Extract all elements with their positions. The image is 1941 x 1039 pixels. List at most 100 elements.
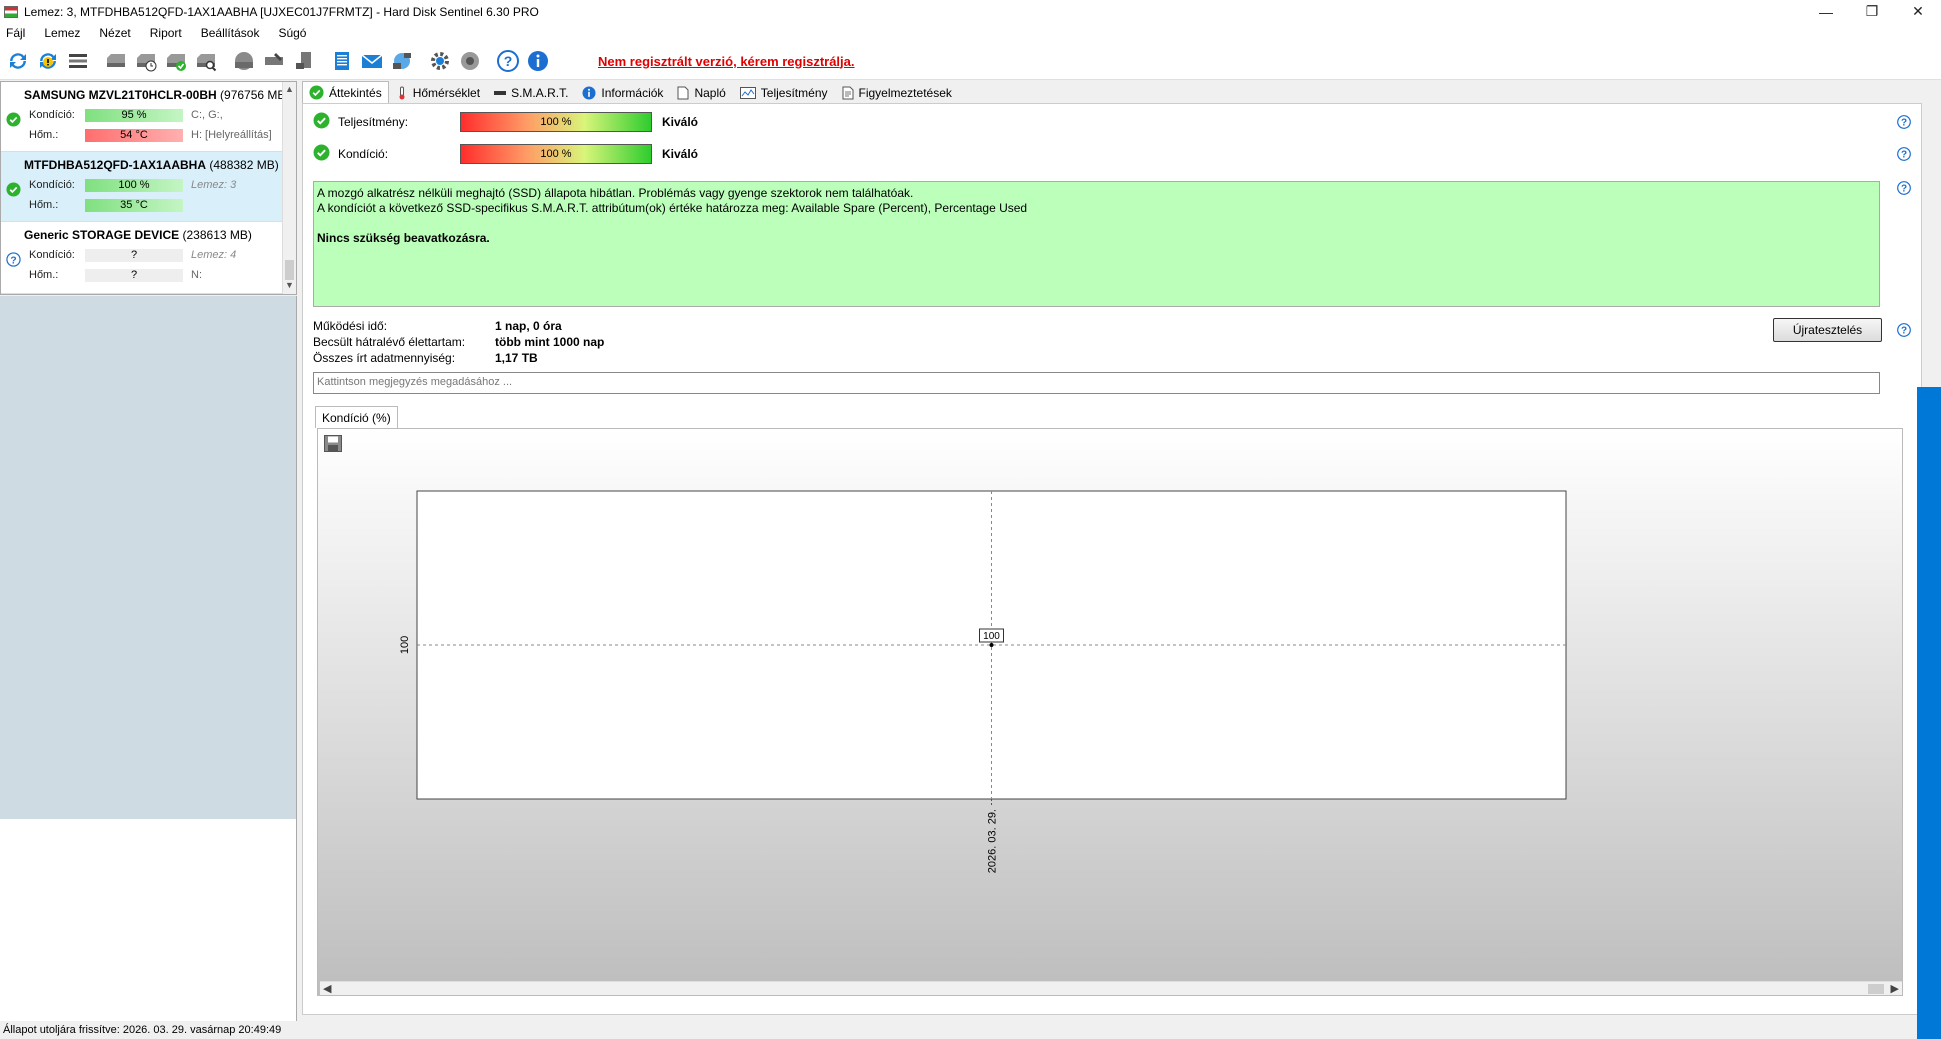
hdd-gray-icon[interactable] <box>230 47 258 75</box>
minimize-button[interactable]: — <box>1803 0 1849 23</box>
health-help-icon[interactable]: ? <box>1897 147 1911 161</box>
drive-list-scrollbar[interactable]: ▲ ▼ <box>282 82 296 294</box>
disk-gray-icon[interactable] <box>102 47 130 75</box>
health-label: Kondíció: <box>338 147 389 161</box>
scroll-down-icon[interactable]: ▼ <box>285 280 294 290</box>
restore-button[interactable]: ❐ <box>1849 0 1895 23</box>
scroll-thumb[interactable] <box>285 260 294 280</box>
toolbar: ? Nem regisztrált verzió, kérem regisztr… <box>0 43 1941 80</box>
settings-gear-icon[interactable] <box>426 47 454 75</box>
disk-clock-icon[interactable] <box>132 47 160 75</box>
retest-help-icon[interactable]: ? <box>1897 323 1911 337</box>
alerts-document-icon <box>842 86 854 100</box>
status-recommendation: Nincs szükség beavatkozásra. <box>317 231 490 245</box>
drive-temperature-bar: ? <box>85 268 183 282</box>
info-icon[interactable] <box>524 47 552 75</box>
note-input[interactable]: Kattintson megjegyzés megadásához ... <box>313 372 1880 394</box>
performance-help-icon[interactable]: ? <box>1897 115 1911 129</box>
drive-panel-background <box>0 296 297 819</box>
menu-help[interactable]: Súgó <box>278 26 306 40</box>
disk-check-icon[interactable] <box>162 47 190 75</box>
scroll-left-icon[interactable]: ◀ <box>323 982 331 995</box>
desktop-edge <box>1917 387 1941 1039</box>
drive-list: SAMSUNG MZVL21T0HCLR-00BH (976756 MB Kond… <box>0 81 297 295</box>
svg-text:?: ? <box>1901 184 1907 195</box>
refresh-icon[interactable] <box>4 47 32 75</box>
tab-information[interactable]: Információk <box>575 83 670 103</box>
retest-button[interactable]: Újratesztelés <box>1773 318 1882 342</box>
drive-temperature-extra: N: <box>191 269 202 281</box>
chart-tab-label: Kondíció (%) <box>322 410 391 425</box>
chart-scroll-thumb[interactable] <box>1868 984 1884 994</box>
drive-temperature-bar: 54 °C <box>85 128 183 142</box>
drive-tools-icon[interactable] <box>260 47 288 75</box>
menu-file[interactable]: Fájl <box>6 26 25 40</box>
status-line-1: A mozgó alkatrész nélküli meghajtó (SSD)… <box>317 186 914 200</box>
save-icon[interactable] <box>324 435 342 452</box>
thermometer-icon <box>396 86 408 100</box>
tab-log[interactable]: Napló <box>670 83 732 103</box>
drive-item[interactable]: MTFDHBA512QFD-1AX1AABHA (488382 MB) Kondí… <box>1 152 282 222</box>
left-empty-area <box>0 819 297 1021</box>
drive-temperature-row: Hőm.:? N: <box>29 268 202 282</box>
drive-item[interactable]: SAMSUNG MZVL21T0HCLR-00BH (976756 MB Kond… <box>1 82 286 152</box>
drive-ok-icon <box>6 112 21 130</box>
tab-information-label: Információk <box>601 86 664 100</box>
health-chart: 100 100 2026. 03. 29. <box>399 490 1567 873</box>
chart-tab-health[interactable]: Kondíció (%) <box>315 406 398 428</box>
written-value: 1,17 TB <box>495 351 538 365</box>
menu-disk[interactable]: Lemez <box>44 26 80 40</box>
x-tick-label: 2026. 03. 29. <box>987 809 999 873</box>
lifetime-label: Becsült hátralévő élettartam: <box>313 335 466 349</box>
drive-condition-label: Kondíció: <box>29 179 75 191</box>
drive-unknown-icon: ? <box>6 252 21 270</box>
scroll-right-icon[interactable]: ▶ <box>1891 982 1899 995</box>
drive-item[interactable]: Generic STORAGE DEVICE (238613 MB)? Kondí… <box>1 222 282 294</box>
description-help-icon[interactable]: ? <box>1897 181 1911 195</box>
tab-smart[interactable]: S.M.A.R.T. <box>487 83 575 103</box>
drive-name: Generic STORAGE DEVICE (238613 MB) <box>24 228 252 242</box>
svg-text:?: ? <box>504 53 513 69</box>
notepad-icon[interactable] <box>328 47 356 75</box>
performance-label: Teljesítmény: <box>338 115 409 129</box>
power-on-value: 1 nap, 0 óra <box>495 319 562 333</box>
refresh-warning-icon[interactable] <box>34 47 62 75</box>
menu-bar: Fájl Lemez Nézet Riport Beállítások Súgó <box>0 23 1941 43</box>
info-small-icon <box>582 86 596 100</box>
tab-performance[interactable]: Teljesítmény <box>733 83 835 103</box>
network-icon[interactable] <box>388 47 416 75</box>
tab-temperature-label: Hőmérséklet <box>412 86 481 100</box>
drive-ok-icon <box>6 182 21 200</box>
drive-temperature-bar: 35 °C <box>85 198 183 212</box>
email-icon[interactable] <box>358 47 386 75</box>
menu-settings[interactable]: Beállítások <box>201 26 260 40</box>
menu-report[interactable]: Riport <box>150 26 182 40</box>
health-bar: 100 % <box>460 144 652 164</box>
document-icon <box>677 86 689 100</box>
drive-list-icon[interactable] <box>64 47 92 75</box>
tab-overview[interactable]: Áttekintés <box>302 81 389 103</box>
disk-tools-icon[interactable] <box>290 47 318 75</box>
drive-condition-bar: 95 % <box>85 108 183 122</box>
drive-temperature-extra: H: [Helyreállítás] <box>191 129 272 141</box>
scroll-up-icon[interactable]: ▲ <box>285 84 294 94</box>
health-ok-icon <box>313 144 330 164</box>
sound-icon[interactable] <box>456 47 484 75</box>
drive-name: SAMSUNG MZVL21T0HCLR-00BH (976756 MB <box>24 88 286 102</box>
menu-view[interactable]: Nézet <box>99 26 130 40</box>
svg-text:?: ? <box>1901 326 1907 337</box>
drive-condition-bar: ? <box>85 248 183 262</box>
close-button[interactable]: ✕ <box>1895 0 1941 23</box>
drive-name: MTFDHBA512QFD-1AX1AABHA (488382 MB) <box>24 158 279 172</box>
drive-condition-extra: Lemez: 3 <box>191 179 237 191</box>
tab-alerts[interactable]: Figyelmeztetések <box>835 83 959 103</box>
registration-warning-link[interactable]: Nem regisztrált verzió, kérem regisztrál… <box>598 54 855 69</box>
help-icon[interactable]: ? <box>494 47 522 75</box>
power-on-label: Működési idő: <box>313 319 388 333</box>
status-line-2: A kondíciót a következő SSD-specifikus S… <box>317 201 1028 215</box>
drive-temperature-label: Hőm.: <box>29 199 59 211</box>
tab-temperature[interactable]: Hőmérséklet <box>389 83 487 103</box>
drive-temperature-label: Hőm.: <box>29 269 59 281</box>
disk-search-icon[interactable] <box>192 47 220 75</box>
chart-horizontal-scrollbar[interactable]: ◀ ▶ <box>320 981 1902 995</box>
